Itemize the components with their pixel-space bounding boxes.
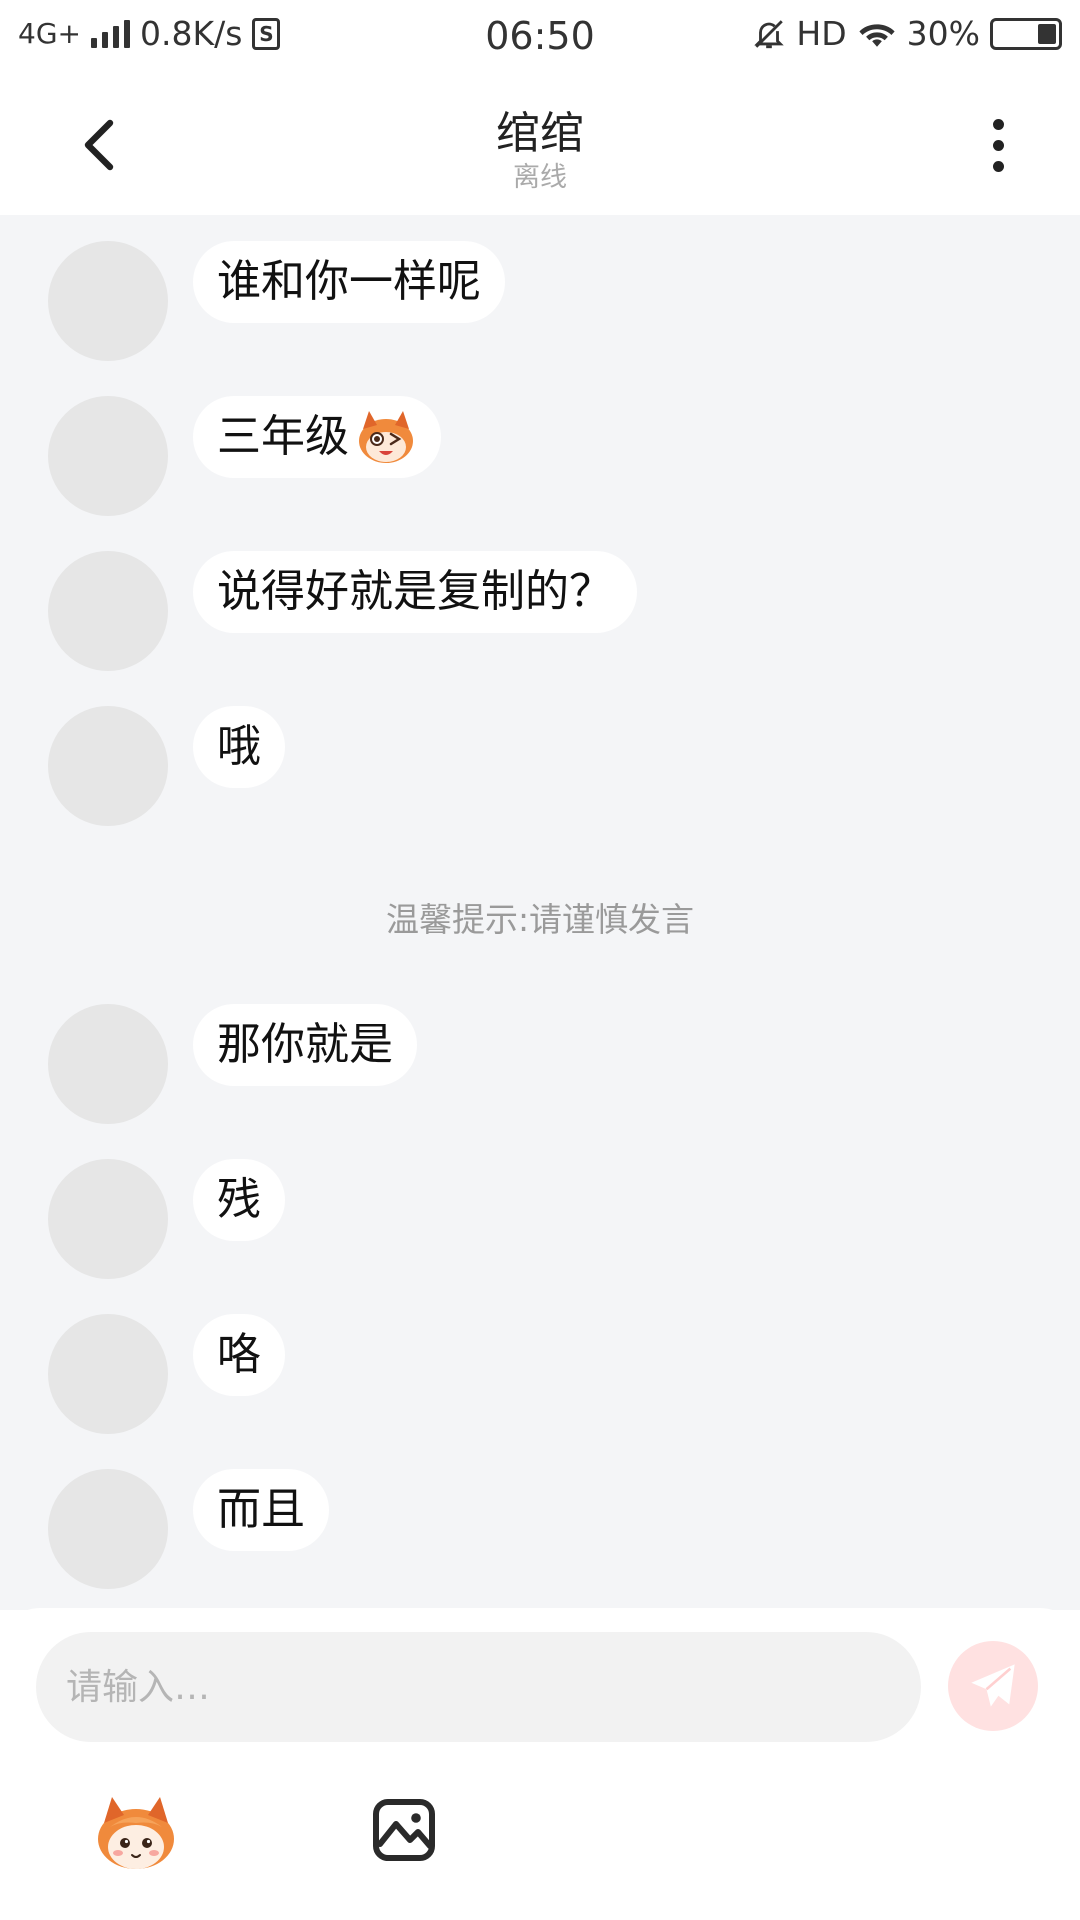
chat-header: 绾绾 离线 [0,75,1080,215]
message-bubble[interactable]: 而且 [193,1469,329,1551]
message-text: 而且 [217,1484,305,1535]
message-text: 谁和你一样呢 [217,256,481,307]
message-bubble[interactable]: 残 [193,1159,285,1241]
message-text: 咯 [217,1329,261,1380]
message-text: 说得好就是复制的？ [217,566,613,617]
hd-label: HD [796,14,847,53]
avatar[interactable] [48,1314,168,1434]
message-row: 三年级 [48,396,441,516]
page-title: 绾绾 [496,108,584,159]
image-icon [373,1799,435,1861]
message-bubble[interactable]: 谁和你一样呢 [193,241,505,323]
emoji-button[interactable] [92,1793,180,1873]
message-input[interactable] [36,1632,921,1742]
status-bar: 4G+ 0.8K/s S 06:50 HD 30% [0,0,1080,75]
avatar[interactable] [48,241,168,361]
avatar[interactable] [48,551,168,671]
battery-icon [990,17,1062,50]
fox-wink-sticker [359,411,413,463]
battery-percent: 30% [906,14,980,53]
message-row: 哦 [48,706,285,826]
paper-plane-icon [971,1664,1015,1707]
avatar[interactable] [48,1159,168,1279]
send-button[interactable] [948,1641,1038,1731]
message-row: 谁和你一样呢 [48,241,505,361]
avatar[interactable] [48,1004,168,1124]
avatar[interactable] [48,1469,168,1589]
image-button[interactable] [370,1796,438,1864]
message-text: 残 [217,1174,261,1225]
status-right: HD 30% [752,14,1062,53]
message-text: 哦 [217,721,261,772]
message-row: 咯 [48,1314,285,1434]
composer [0,1608,1080,1920]
avatar[interactable] [48,396,168,516]
more-vertical-icon [992,118,1004,130]
bell-muted-icon [754,19,785,48]
wifi-icon [859,23,895,47]
message-text: 那你就是 [217,1019,393,1070]
battery-fill [1038,23,1056,44]
more-vertical-icon [992,139,1004,151]
message-bubble[interactable]: 咯 [193,1314,285,1396]
message-row: 残 [48,1159,285,1279]
message-text: 三年级 [217,411,349,462]
message-bubble[interactable]: 三年级 [193,396,441,478]
more-vertical-icon [992,160,1004,172]
safety-tip: 温馨提示:请谨慎发言 [385,900,695,939]
more-button[interactable] [978,113,1018,177]
message-list[interactable]: 谁和你一样呢 三年级 说得好就是复制的？ 哦 温馨提示:请谨慎发言 那你就是 残… [0,215,1080,1610]
avatar[interactable] [48,706,168,826]
message-row: 而且 [48,1469,329,1589]
message-bubble[interactable]: 说得好就是复制的？ [193,551,637,633]
message-row: 那你就是 [48,1004,417,1124]
contact-status: 离线 [513,162,567,193]
message-bubble[interactable]: 哦 [193,706,285,788]
message-row: 说得好就是复制的？ [48,551,637,671]
message-bubble[interactable]: 那你就是 [193,1004,417,1086]
fox-emoji-icon [98,1797,174,1869]
